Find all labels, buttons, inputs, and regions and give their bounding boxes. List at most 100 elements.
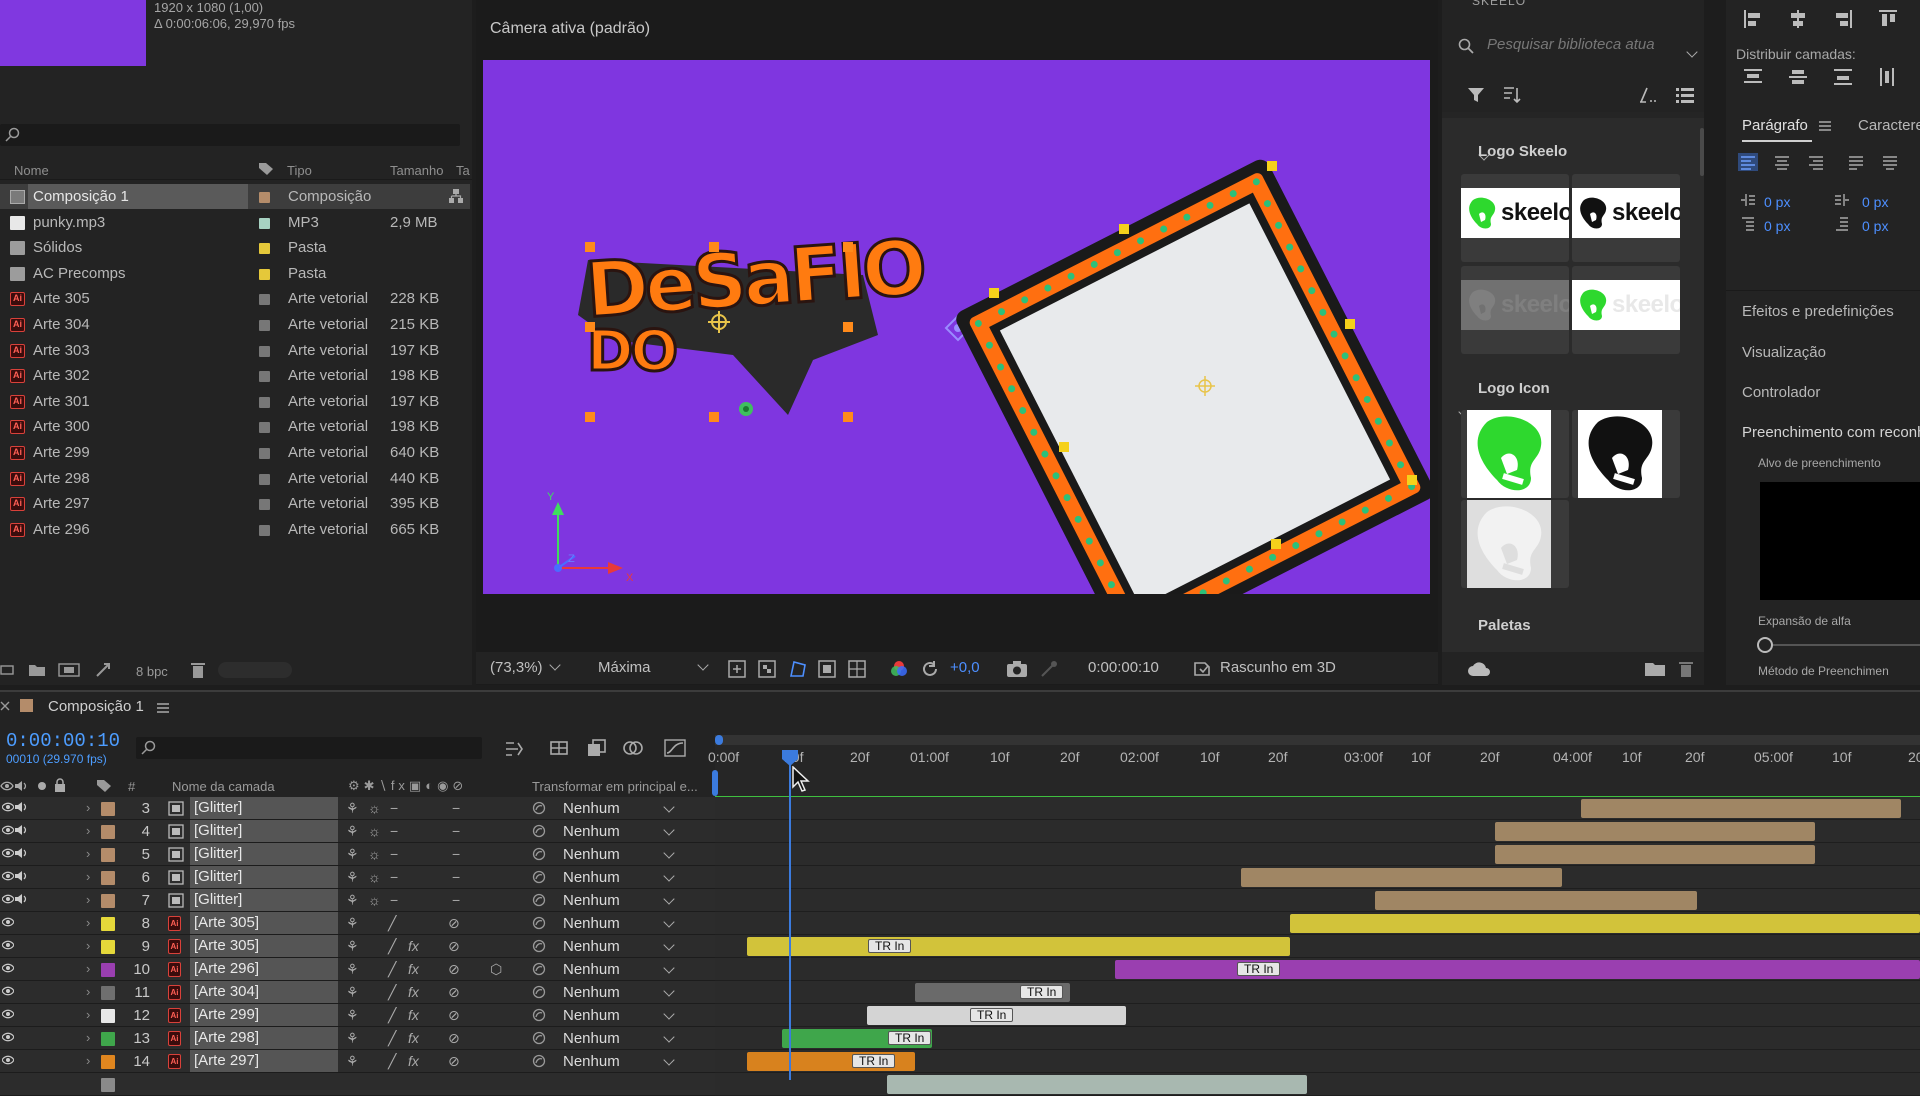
quality-switch[interactable]: ╱ xyxy=(388,1053,396,1070)
project-item[interactable]: Ai Arte 298 Arte vetorial 440 KB xyxy=(0,466,470,491)
layer-track[interactable]: TR In xyxy=(715,935,1920,958)
label-color-swatch[interactable] xyxy=(259,217,270,229)
composition-mini-flowchart-icon[interactable] xyxy=(504,739,526,757)
layer-marker[interactable]: TR In xyxy=(852,1054,896,1068)
project-search-input[interactable] xyxy=(0,124,460,146)
layer-name[interactable]: [Arte 296] xyxy=(190,958,338,980)
motion-blur-switch[interactable]: ⊘ xyxy=(448,1007,460,1024)
layer-name[interactable]: [Arte 305] xyxy=(190,935,338,957)
motion-blur-switch[interactable]: ⊘ xyxy=(448,915,460,932)
project-item[interactable]: Ai Arte 304 Arte vetorial 215 KB xyxy=(0,312,470,337)
eye-icon[interactable] xyxy=(2,801,14,813)
parent-dropdown[interactable]: Nenhum xyxy=(553,845,681,864)
navigator-start-handle[interactable] xyxy=(715,735,723,745)
parent-dropdown[interactable]: Nenhum xyxy=(553,891,681,910)
work-area-start-handle[interactable] xyxy=(712,770,718,796)
layer-label-color[interactable] xyxy=(101,1009,115,1023)
distribute-top-icon[interactable] xyxy=(1742,66,1764,88)
label-color-swatch[interactable] xyxy=(259,294,270,306)
layer-duration-bar[interactable] xyxy=(1581,799,1901,818)
layer-row[interactable]: › 5 [Glitter] ⚘ ☼ − − Nenhum xyxy=(0,843,715,866)
indent-right-value[interactable]: 0 px xyxy=(1862,194,1888,210)
motion-blur-switch[interactable]: ⊘ xyxy=(448,984,460,1001)
eye-icon[interactable] xyxy=(2,847,14,859)
collapse-transform-switch[interactable]: ☼ xyxy=(368,846,381,862)
label-tag-icon[interactable] xyxy=(96,779,112,793)
parent-dropdown[interactable]: Nenhum xyxy=(553,914,681,933)
graph-editor-icon[interactable] xyxy=(664,739,686,757)
layer-label-color[interactable] xyxy=(101,825,115,839)
eye-icon[interactable] xyxy=(2,1031,14,1043)
draft-3d-icon[interactable] xyxy=(548,739,570,757)
label-color-swatch[interactable] xyxy=(259,345,270,357)
effects-switch[interactable]: fx xyxy=(408,1053,419,1069)
layer-row[interactable]: › 7 [Glitter] ⚘ ☼ − − Nenhum xyxy=(0,889,715,912)
pick-whip-icon[interactable] xyxy=(532,847,546,861)
frame-art[interactable] xyxy=(953,156,1430,594)
shy-switch[interactable]: ⚘ xyxy=(346,846,359,863)
tab-character[interactable]: Caractere xyxy=(1858,117,1920,134)
layer-label-color[interactable] xyxy=(101,1032,115,1046)
panel-content-aware-fill[interactable]: Preenchimento com reconh xyxy=(1742,424,1920,441)
3d-layer-switch[interactable]: ⬡ xyxy=(490,961,502,978)
panel-controller[interactable]: Controlador xyxy=(1742,384,1820,401)
layer-marker[interactable]: TR In xyxy=(970,1008,1014,1022)
label-color-swatch[interactable] xyxy=(259,396,270,408)
distribute-bottom-icon[interactable] xyxy=(1832,66,1854,88)
align-left-icon[interactable] xyxy=(1742,8,1764,30)
align-top-icon[interactable] xyxy=(1877,8,1899,30)
project-item[interactable]: Ai Arte 301 Arte vetorial 197 KB xyxy=(0,389,470,414)
indent-left-value[interactable]: 0 px xyxy=(1764,194,1790,210)
align-right-icon[interactable] xyxy=(1832,8,1854,30)
quality-switch[interactable]: − xyxy=(390,800,398,816)
chevron-right-icon[interactable]: › xyxy=(86,984,90,999)
alpha-expansion-slider-handle[interactable] xyxy=(1757,637,1773,653)
distribute-horizontal-icon[interactable] xyxy=(1877,66,1899,88)
effects-switch[interactable]: fx xyxy=(408,1007,419,1023)
trash-icon[interactable] xyxy=(1678,660,1694,678)
col-layer-name[interactable]: Nome da camada xyxy=(172,779,275,794)
quality-switch[interactable]: − xyxy=(390,846,398,862)
transparency-grid-icon[interactable] xyxy=(758,660,776,678)
pick-whip-icon[interactable] xyxy=(532,824,546,838)
audio-switch-icon[interactable] xyxy=(14,779,28,793)
eye-icon[interactable] xyxy=(2,1008,14,1020)
thumbnail-slider[interactable] xyxy=(218,662,292,678)
layer-label-color[interactable] xyxy=(101,1078,115,1092)
parent-dropdown[interactable]: Nenhum xyxy=(553,1029,681,1048)
zoom-dropdown[interactable]: (73,3%) xyxy=(490,659,561,676)
layer-row[interactable]: › 4 [Glitter] ⚘ ☼ − − Nenhum xyxy=(0,820,715,843)
trash-icon[interactable] xyxy=(190,661,206,679)
label-color-swatch[interactable] xyxy=(259,473,270,485)
library-search-input[interactable]: Pesquisar biblioteca atua xyxy=(1487,36,1655,53)
shy-layers-icon[interactable] xyxy=(586,739,608,757)
library-title[interactable]: SKEELO xyxy=(1472,0,1526,8)
layer-name[interactable]: [Glitter] xyxy=(190,866,338,888)
layer-label-color[interactable] xyxy=(101,940,115,954)
eye-icon[interactable] xyxy=(2,893,14,905)
adjust-settings-icon[interactable] xyxy=(94,661,112,679)
playhead-handle[interactable] xyxy=(780,749,800,767)
quality-switch[interactable]: ╱ xyxy=(388,1030,396,1047)
layer-track[interactable] xyxy=(715,889,1920,912)
distribute-center-icon[interactable] xyxy=(1787,66,1809,88)
alpha-expansion-slider-track[interactable] xyxy=(1773,644,1920,646)
collapse-transform-switch[interactable]: ☼ xyxy=(368,869,381,885)
pick-whip-icon[interactable] xyxy=(532,1054,546,1068)
space-after-value[interactable]: 0 px xyxy=(1862,218,1888,234)
space-before-value[interactable]: 0 px xyxy=(1764,218,1790,234)
interpret-footage-icon[interactable] xyxy=(0,663,14,677)
project-item[interactable]: Ai Arte 300 Arte vetorial 198 KB xyxy=(0,414,470,439)
logo-skeelo-card[interactable]: skeelo xyxy=(1572,266,1680,354)
eye-icon[interactable] xyxy=(2,870,14,882)
layer-track[interactable] xyxy=(715,1073,1920,1096)
chevron-right-icon[interactable]: › xyxy=(86,846,90,861)
snapshot-camera-icon[interactable] xyxy=(1006,660,1028,678)
effects-switch[interactable]: fx xyxy=(408,984,419,1000)
section-logo-icon[interactable]: Logo Icon xyxy=(1478,380,1550,397)
layer-row[interactable]: › 3 [Glitter] ⚘ ☼ − − Nenhum xyxy=(0,797,715,820)
eye-icon[interactable] xyxy=(2,824,14,836)
parent-dropdown[interactable]: Nenhum xyxy=(553,983,681,1002)
motion-blur-switch[interactable]: − xyxy=(452,823,460,839)
parent-dropdown[interactable]: Nenhum xyxy=(553,1052,681,1071)
